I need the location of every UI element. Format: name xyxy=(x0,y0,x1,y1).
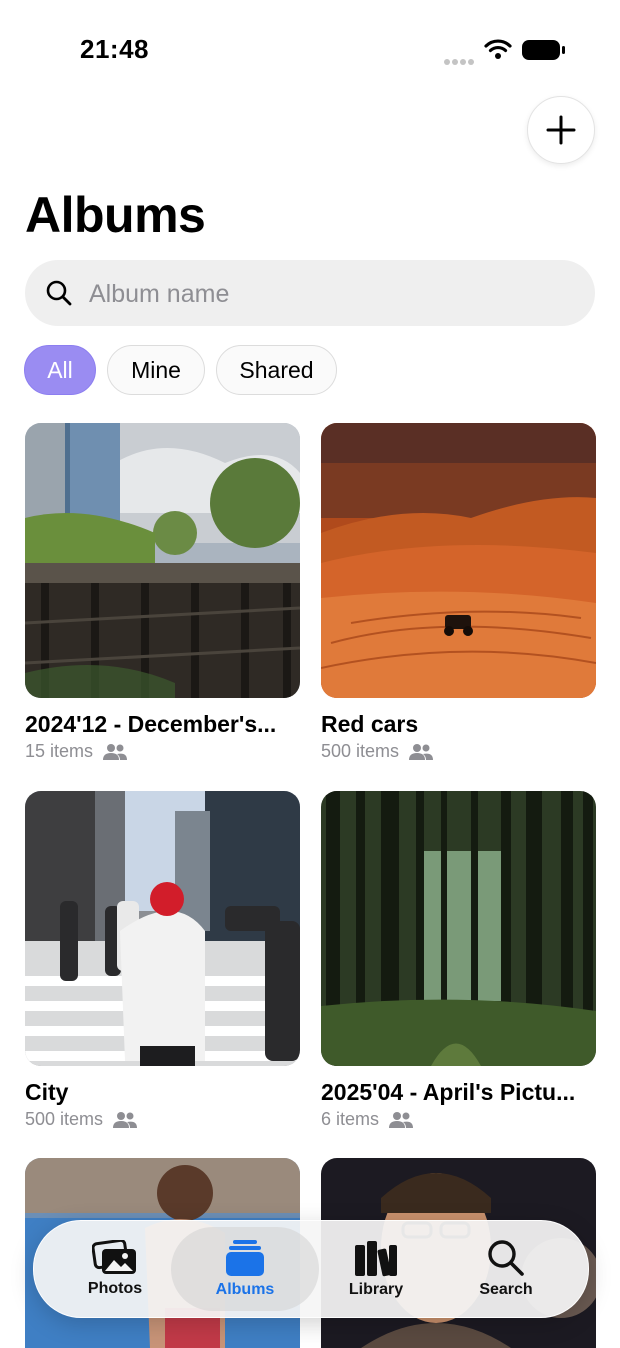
albums-icon xyxy=(226,1240,264,1276)
plus-icon xyxy=(546,115,576,145)
tab-search-label: Search xyxy=(479,1281,533,1298)
search-icon xyxy=(46,280,72,306)
battery-icon xyxy=(522,40,565,60)
people-icon xyxy=(113,1111,138,1128)
album-name: 2024'12 - December's... xyxy=(25,711,277,737)
album-thumbnail[interactable] xyxy=(25,791,300,1066)
album-count: 500 items xyxy=(25,1109,104,1129)
photos-icon xyxy=(92,1240,136,1274)
album-thumbnail[interactable] xyxy=(25,423,300,698)
album-card[interactable]: City 500 items xyxy=(25,791,300,1129)
album-name: City xyxy=(25,1079,69,1105)
filter-mine[interactable]: Mine xyxy=(107,345,205,395)
people-icon xyxy=(389,1111,414,1128)
tab-albums-label: Albums xyxy=(215,1281,275,1298)
album-meta: 500 items xyxy=(321,741,434,762)
album-count: 6 items xyxy=(321,1109,380,1129)
album-meta: 500 items xyxy=(25,1109,138,1130)
signal-icon xyxy=(444,52,476,70)
tab-library-label: Library xyxy=(348,1281,404,1298)
album-name: Red cars xyxy=(321,711,419,737)
search-bar[interactable] xyxy=(25,260,595,326)
people-icon xyxy=(409,743,434,760)
album-meta: 15 items xyxy=(25,741,128,762)
tab-photos[interactable]: Photos xyxy=(50,1221,180,1317)
album-count: 15 items xyxy=(25,741,94,761)
album-card[interactable]: Red cars 500 items xyxy=(321,423,596,761)
library-icon xyxy=(355,1241,397,1277)
album-name: 2025'04 - April's Pictu... xyxy=(321,1079,576,1105)
add-album-button[interactable] xyxy=(527,96,595,164)
album-meta: 6 items xyxy=(321,1109,414,1130)
album-count: 500 items xyxy=(321,741,400,761)
album-search-input[interactable] xyxy=(87,274,571,314)
filter-all[interactable]: All xyxy=(24,345,96,395)
tab-photos-label: Photos xyxy=(87,1280,143,1297)
filter-all-label: All xyxy=(47,356,73,383)
album-thumbnail[interactable] xyxy=(321,791,596,1066)
album-card[interactable]: 2024'12 - December's... 15 items xyxy=(25,423,300,761)
filter-shared-label: Shared xyxy=(239,356,314,383)
filter-mine-label: Mine xyxy=(131,356,181,383)
status-time: 21:48 xyxy=(80,34,149,64)
status-bar: 21:48 xyxy=(0,0,620,100)
search-icon xyxy=(488,1240,524,1276)
tab-search[interactable]: Search xyxy=(441,1221,571,1317)
album-thumbnail[interactable] xyxy=(321,423,596,698)
wifi-icon xyxy=(484,39,512,59)
tab-library[interactable]: Library xyxy=(311,1221,441,1317)
tab-albums[interactable]: Albums xyxy=(171,1227,319,1311)
page-title: Albums xyxy=(25,187,206,243)
tab-bar: Photos Albums Library Search xyxy=(33,1220,589,1318)
people-icon xyxy=(103,743,128,760)
album-card[interactable]: 2025'04 - April's Pictu... 6 items xyxy=(321,791,596,1129)
filter-shared[interactable]: Shared xyxy=(216,345,337,395)
